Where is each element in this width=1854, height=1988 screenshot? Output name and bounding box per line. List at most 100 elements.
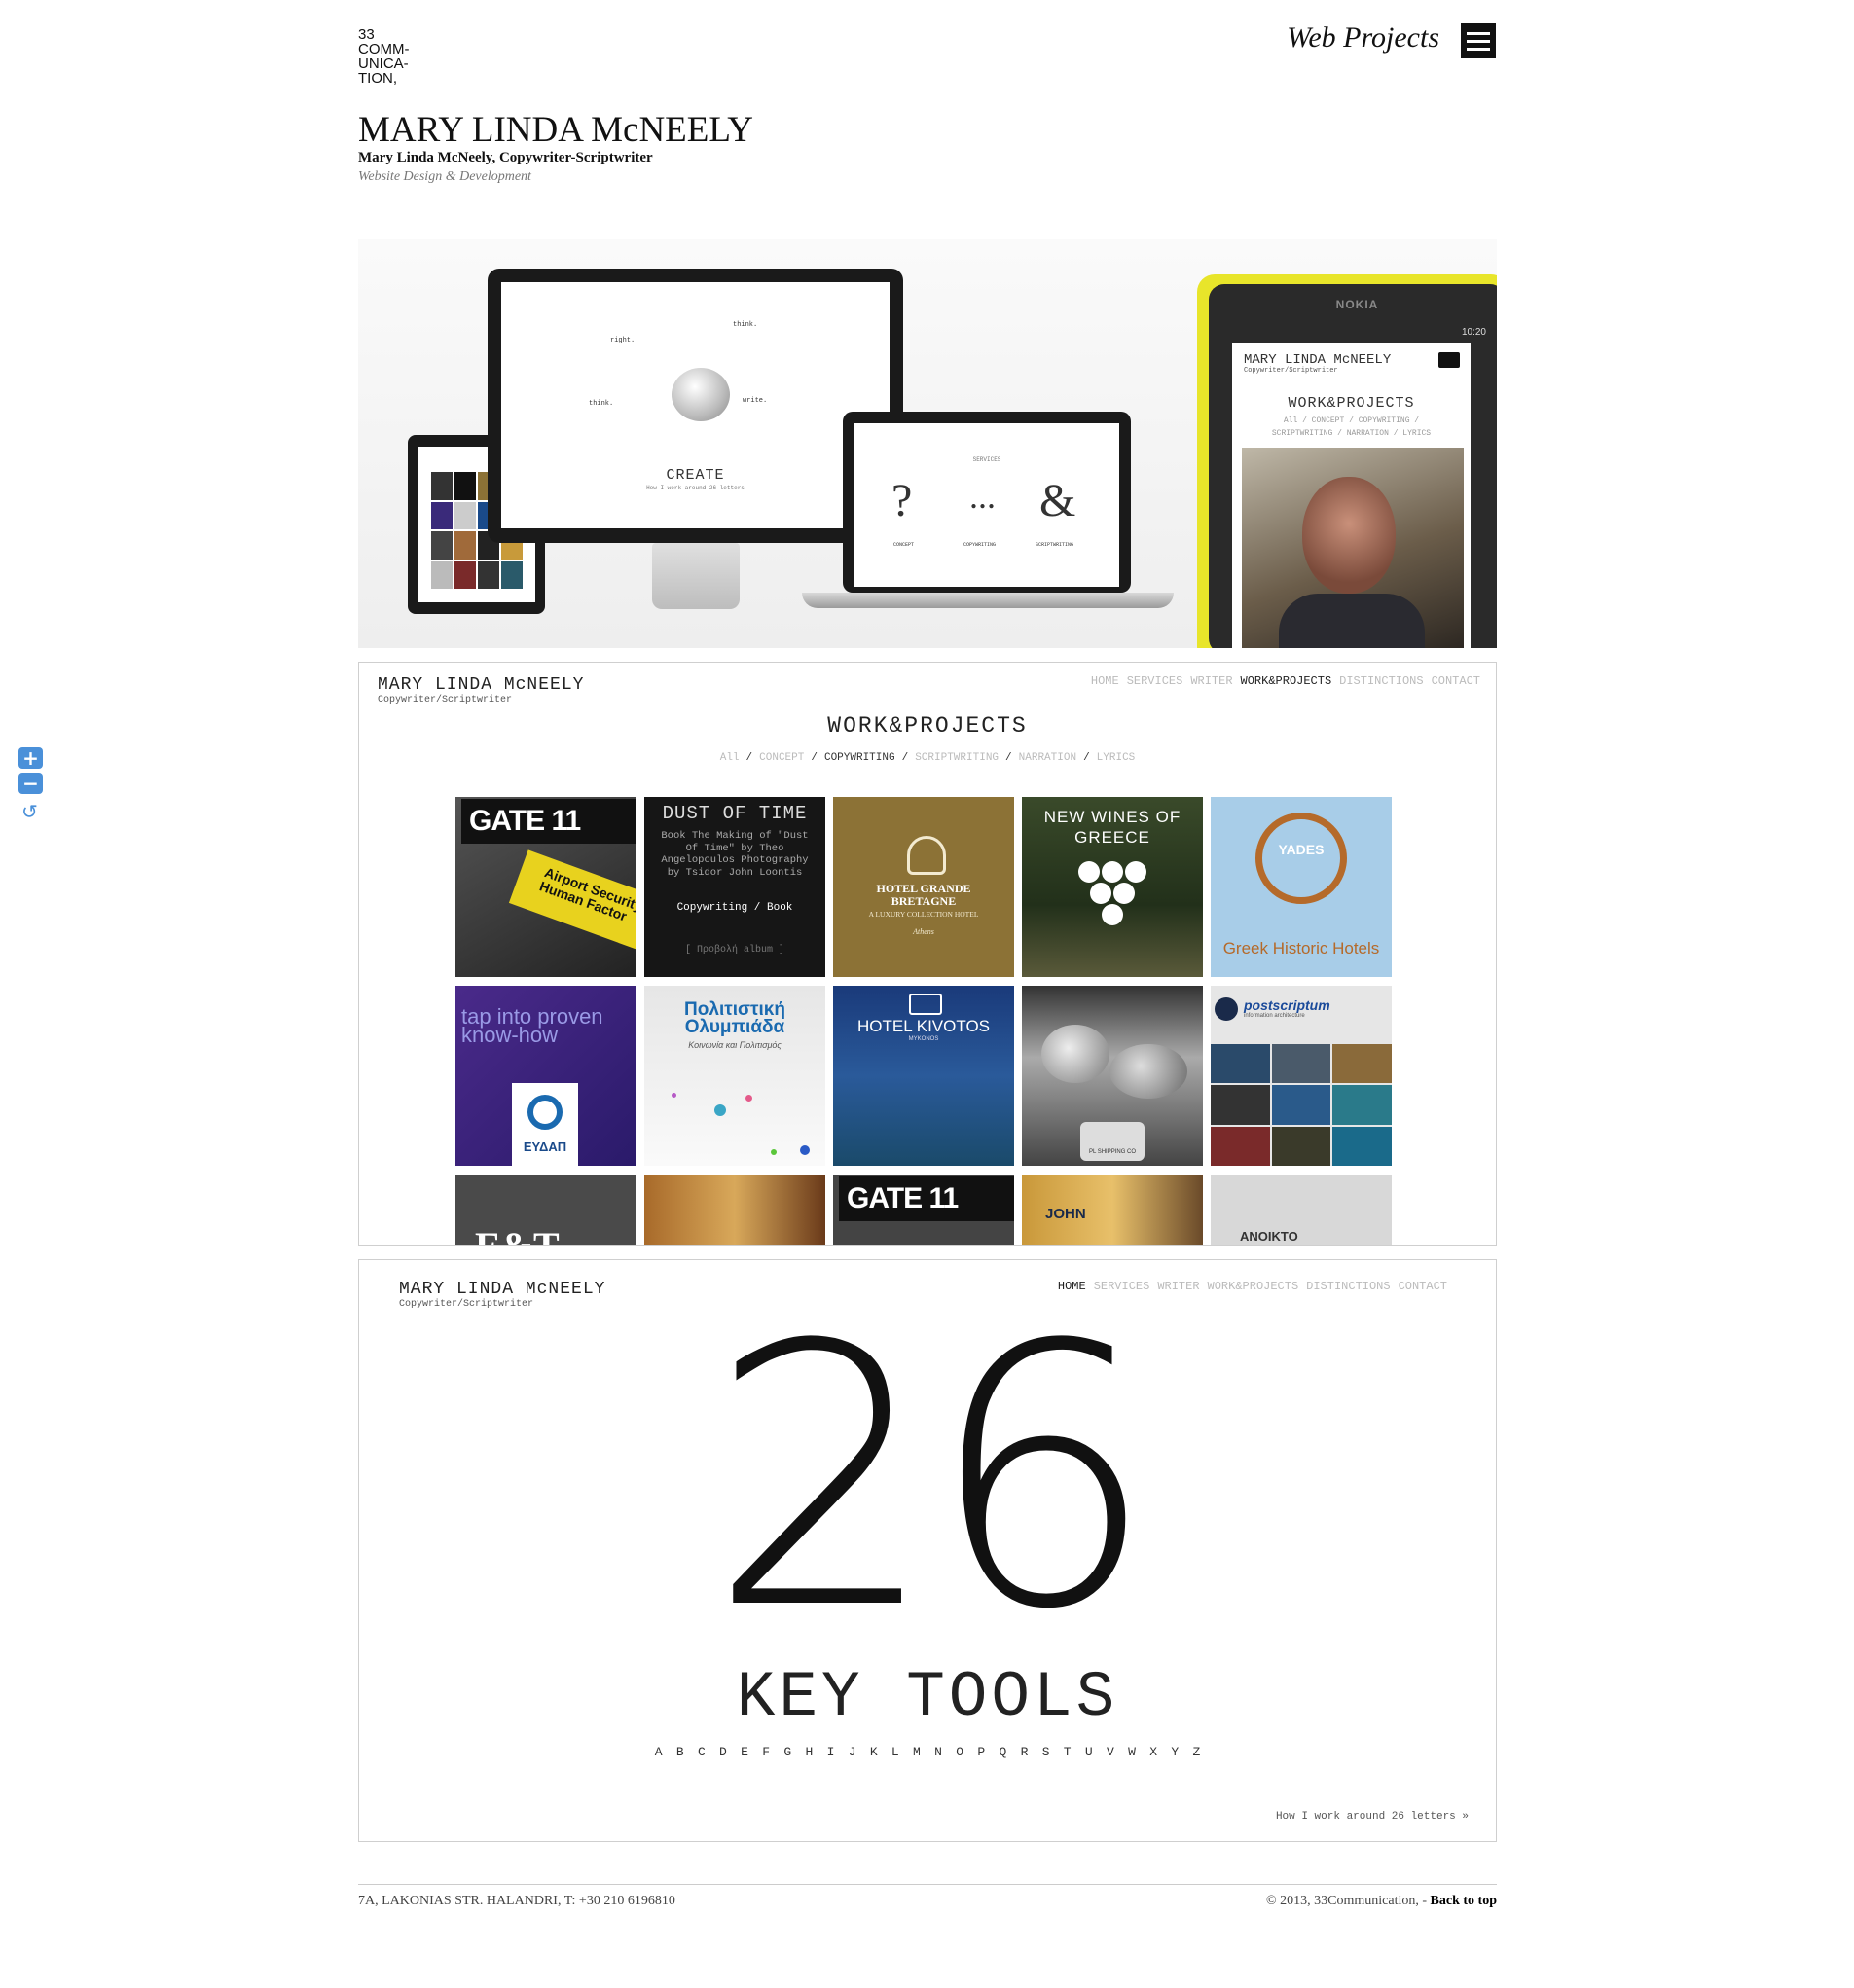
project-tile-shipping[interactable]: PL SHIPPING CO [1022,986,1203,1166]
logo-line: COMM- [358,41,410,57]
footer-divider [358,1884,1497,1885]
letter-link[interactable]: J [849,1745,856,1759]
letter-link[interactable]: S [1042,1745,1050,1759]
letter-link[interactable]: W [1128,1745,1136,1759]
laptop-symbol: ... [969,477,996,516]
filter-narration[interactable]: NARRATION [1019,752,1076,764]
letter-link[interactable]: D [719,1745,727,1759]
menu-button[interactable] [1461,23,1496,58]
zoom-in-button[interactable]: + [18,747,43,769]
letter-link[interactable]: B [676,1745,684,1759]
kivotos-name: HOTEL KIVOTOS [856,1017,991,1035]
letter-link[interactable]: V [1107,1745,1114,1759]
letter-link[interactable]: H [805,1745,813,1759]
project-tile-new-wines[interactable]: NEW WINES OF GREECE [1022,797,1203,977]
project-tile-john[interactable]: JOHN [1022,1175,1203,1245]
reset-icon: ↺ [21,800,38,823]
letter-link[interactable]: C [698,1745,706,1759]
nav-item-writer[interactable]: WRITER [1157,1280,1199,1293]
letter-link[interactable]: P [977,1745,985,1759]
laptop-heading: SERVICES [972,456,1001,463]
project-tile-olympiad[interactable]: Πολιτιστική Ολυμπιάδα Κοινωνία και Πολιτ… [644,986,825,1166]
nav-item-distinctions[interactable]: DISTINCTIONS [1339,674,1423,688]
filter-concept[interactable]: CONCEPT [759,752,804,764]
project-tile-interior[interactable] [644,1175,825,1245]
more-link[interactable]: How I work around 26 letters » [1276,1811,1469,1823]
project-tile-gate11[interactable]: GATE 11 Airport Security The Human Facto… [455,797,636,977]
dust-description: Book The Making of "Dust Of Time" by The… [661,830,809,879]
project-tile-anoikto[interactable]: ANOIKTO [1211,1175,1392,1245]
nav-item-writer[interactable]: WRITER [1190,674,1232,688]
dust-album-link[interactable]: [ Προβολή album ] [644,945,825,956]
section-title: Web Projects [1287,21,1439,54]
site-name: MARY LINDA McNEELY [378,675,585,695]
nav-item-work-projects[interactable]: WORK&PROJECTS [1241,674,1332,688]
nav-item-work-projects[interactable]: WORK&PROJECTS [1208,1280,1299,1293]
letter-link[interactable]: K [870,1745,878,1759]
nav-item-distinctions[interactable]: DISTINCTIONS [1306,1280,1390,1293]
project-tile-gate11-2[interactable]: GATE 11 [833,1175,1014,1245]
eydap-slogan: tap into proven know-how [461,1004,603,1047]
home-page-screenshot: MARY LINDA McNEELY Copywriter/Scriptwrit… [358,1259,1497,1842]
gate11-logo: GATE 11 [461,799,636,844]
laptop-symbol: ? [891,475,913,526]
letter-link[interactable]: L [891,1745,899,1759]
letter-link[interactable]: O [956,1745,963,1759]
nav-item-services[interactable]: SERVICES [1127,674,1183,688]
letter-link[interactable]: T [1064,1745,1072,1759]
filter-all[interactable]: All [720,752,740,764]
plus-icon: + [22,746,39,770]
project-tile-postscriptum[interactable]: postscriptum information architecture [1211,986,1392,1166]
works-filters: All / CONCEPT / COPYWRITING / SCRIPTWRITING… [719,752,1136,764]
laptop-label: SCRIPTWRITING [1036,542,1074,548]
olympiad-title: Πολιτιστική Ολυμπιάδα [684,999,785,1037]
project-tile-et[interactable]: E&T [455,1175,636,1245]
filter-lyrics[interactable]: LYRICS [1097,752,1136,764]
monitor-mockup: right. think. think. write. CREATE How I… [488,269,903,543]
yades-caption: Greek Historic Hotels [1222,939,1380,958]
letter-link[interactable]: R [1021,1745,1029,1759]
zoom-out-button[interactable]: − [18,773,43,794]
wines-title: NEW WINES OF GREECE [1043,808,1181,847]
letter-link[interactable]: Q [999,1745,1006,1759]
zoom-reset-button[interactable]: ↺ [21,800,38,823]
gate11-logo: GATE 11 [839,1176,1014,1221]
project-tile-grande-bretagne[interactable]: HOTEL GRANDE BRETAGNE A LUXURY COLLECTIO… [833,797,1014,977]
monitor-stand [652,543,740,609]
crest-icon [907,836,946,875]
olympiad-subtitle: Κοινωνία και Πολιτισμός [688,1040,782,1050]
nav-item-contact[interactable]: CONTACT [1399,1280,1447,1293]
letter-link[interactable]: N [934,1745,942,1759]
portrait-photo [1242,448,1464,648]
gate11-sign: Airport Security The Human Factor [508,849,636,957]
back-to-top-link[interactable]: Back to top [1431,1894,1497,1908]
project-tile-kivotos[interactable]: HOTEL KIVOTOS MYKONOS [833,986,1014,1166]
project-tile-dust-of-time[interactable]: DUST OF TIME Book The Making of "Dust Of… [644,797,825,977]
site-nav: HOME SERVICES WRITER WORK&PROJECTS DISTI… [1091,674,1480,688]
hamburger-icon [1467,31,1490,35]
monitor-subheading: How I work around 26 letters [646,485,745,491]
monitor-word: think. [733,321,758,329]
letter-link[interactable]: I [827,1745,835,1759]
letter-link[interactable]: G [783,1745,791,1759]
project-tile-eydap[interactable]: tap into proven know-how ΕΥΔΑΠ [455,986,636,1166]
nav-item-home[interactable]: HOME [1091,674,1119,688]
letter-link[interactable]: M [913,1745,921,1759]
filter-copywriting[interactable]: COPYWRITING [824,752,895,764]
letter-link[interactable]: Y [1171,1745,1179,1759]
hotel-city: Athens [913,927,934,936]
letter-link[interactable]: U [1085,1745,1093,1759]
phone-site-role: Copywriter/Scriptwriter [1244,367,1338,375]
letter-link[interactable]: Z [1192,1745,1200,1759]
letter-link[interactable]: E [741,1745,748,1759]
company-logo[interactable]: 33 COMM- UNICA- TION, [358,27,410,86]
nav-item-contact[interactable]: CONTACT [1432,674,1480,688]
phone-filters: SCRIPTWRITING / NARRATION / LYRICS [1271,429,1432,438]
project-tile-yades[interactable]: YADES Greek Historic Hotels [1211,797,1392,977]
letter-link[interactable]: X [1149,1745,1157,1759]
site-role: Copywriter/Scriptwriter [378,695,513,705]
letter-link[interactable]: F [762,1745,770,1759]
letter-link[interactable]: A [655,1745,663,1759]
key-tools-heading: KEY TOOLS [736,1661,1119,1734]
filter-scriptwriting[interactable]: SCRIPTWRITING [915,752,999,764]
